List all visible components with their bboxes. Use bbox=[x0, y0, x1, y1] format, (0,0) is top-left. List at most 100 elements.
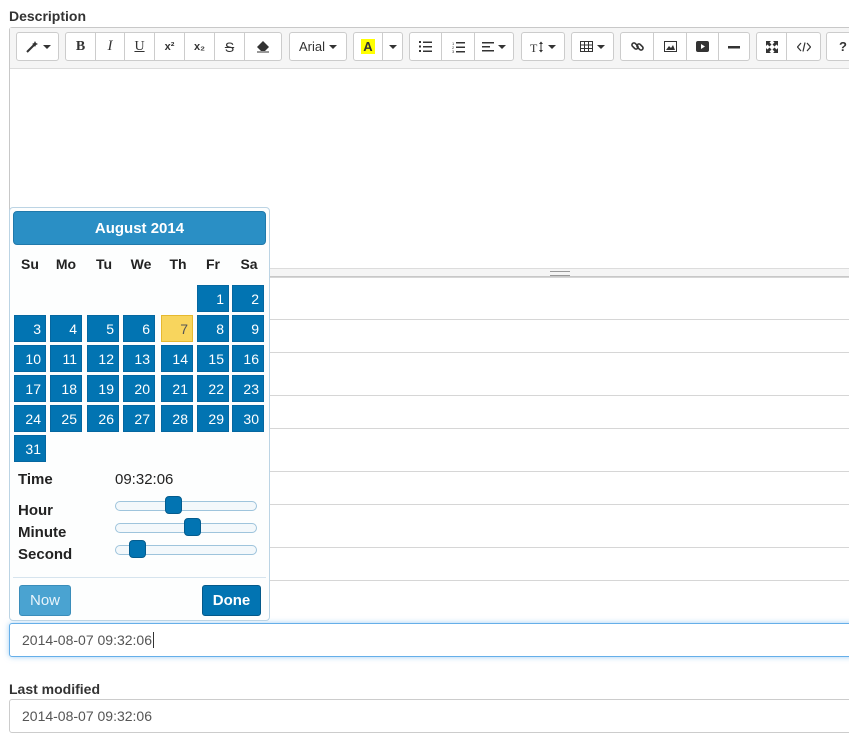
day-cell[interactable]: 2 bbox=[232, 285, 264, 312]
line-height-dropdown[interactable]: T bbox=[521, 32, 565, 61]
editor-toolbar: B I U x² x₂ S Arial A 123 T ? bbox=[10, 28, 849, 69]
strikethrough-button[interactable]: S bbox=[214, 32, 245, 61]
time-value: 09:32:06 bbox=[115, 471, 174, 488]
help-button[interactable]: ? bbox=[826, 32, 849, 61]
minute-slider-handle[interactable] bbox=[184, 518, 201, 536]
day-cell[interactable]: 19 bbox=[87, 375, 119, 402]
day-cell[interactable]: 24 bbox=[14, 405, 46, 432]
minute-slider[interactable] bbox=[115, 518, 257, 536]
date-input[interactable]: 2014-08-07 09:32:06 bbox=[9, 623, 849, 657]
day-cell[interactable]: 25 bbox=[50, 405, 82, 432]
day-cell[interactable]: 16 bbox=[232, 345, 264, 372]
day-cell[interactable]: 30 bbox=[232, 405, 264, 432]
underline-button[interactable]: U bbox=[124, 32, 155, 61]
weekday-header: Sa bbox=[240, 256, 258, 272]
weekday-header: Su bbox=[21, 256, 39, 272]
day-cell[interactable]: 28 bbox=[161, 405, 193, 432]
day-cell[interactable]: 14 bbox=[161, 345, 193, 372]
day-cell[interactable]: 13 bbox=[123, 345, 155, 372]
recent-color-button[interactable]: A bbox=[353, 32, 383, 61]
chevron-down-icon bbox=[498, 44, 506, 49]
font-name-label: Arial bbox=[298, 39, 325, 54]
code-view-icon bbox=[796, 41, 811, 52]
day-cell[interactable]: 10 bbox=[14, 345, 46, 372]
form-row-divider bbox=[270, 352, 849, 353]
svg-text:3: 3 bbox=[452, 49, 455, 53]
day-cell[interactable]: 18 bbox=[50, 375, 82, 402]
ordered-list-icon: 123 bbox=[452, 41, 465, 53]
fullscreen-icon bbox=[765, 40, 778, 53]
day-cell[interactable]: 22 bbox=[197, 375, 229, 402]
hour-slider-handle[interactable] bbox=[165, 496, 182, 514]
day-cell[interactable]: 4 bbox=[50, 315, 82, 342]
magic-wand-icon bbox=[25, 40, 38, 53]
second-label: Second bbox=[18, 546, 73, 563]
code-view-button[interactable] bbox=[786, 32, 821, 61]
clear-format-button[interactable] bbox=[244, 32, 282, 61]
paragraph-align-dropdown[interactable] bbox=[474, 32, 514, 61]
form-row-divider bbox=[270, 580, 849, 581]
superscript-button[interactable]: x² bbox=[154, 32, 185, 61]
weekday-header: Mo bbox=[55, 256, 77, 272]
day-cell-today[interactable]: 7 bbox=[161, 315, 193, 342]
form-row-divider bbox=[270, 319, 849, 320]
form-row-divider bbox=[270, 428, 849, 429]
day-cell[interactable]: 20 bbox=[123, 375, 155, 402]
table-dropdown[interactable] bbox=[571, 32, 614, 61]
subscript-button[interactable]: x₂ bbox=[184, 32, 215, 61]
minute-label: Minute bbox=[18, 524, 67, 541]
insert-hr-button[interactable] bbox=[718, 32, 750, 61]
unordered-list-button[interactable] bbox=[409, 32, 442, 61]
weekday-header: Th bbox=[169, 256, 187, 272]
last-modified-input[interactable]: 2014-08-07 09:32:06 bbox=[9, 699, 849, 733]
form-row-divider bbox=[270, 395, 849, 396]
done-button[interactable]: Done bbox=[202, 585, 261, 616]
day-cell[interactable]: 29 bbox=[197, 405, 229, 432]
horizontal-rule-icon bbox=[728, 45, 740, 48]
resize-grip-icon bbox=[550, 271, 570, 276]
ordered-list-button[interactable]: 123 bbox=[441, 32, 475, 61]
style-button[interactable] bbox=[16, 32, 59, 61]
day-cell[interactable]: 21 bbox=[161, 375, 193, 402]
second-slider-handle[interactable] bbox=[129, 540, 146, 558]
text-cursor bbox=[153, 632, 154, 648]
second-slider[interactable] bbox=[115, 540, 257, 558]
hour-slider[interactable] bbox=[115, 496, 257, 514]
picture-icon bbox=[663, 41, 677, 52]
day-cell[interactable]: 12 bbox=[87, 345, 119, 372]
italic-button[interactable]: I bbox=[95, 32, 125, 61]
day-cell[interactable]: 27 bbox=[123, 405, 155, 432]
fullscreen-button[interactable] bbox=[756, 32, 787, 61]
bold-button[interactable]: B bbox=[65, 32, 96, 61]
link-icon bbox=[630, 42, 644, 51]
form-row-divider bbox=[270, 277, 849, 278]
day-cell[interactable]: 26 bbox=[87, 405, 119, 432]
font-family-dropdown[interactable]: Arial bbox=[289, 32, 347, 61]
last-modified-value: 2014-08-07 09:32:06 bbox=[22, 708, 152, 724]
day-cell[interactable]: 23 bbox=[232, 375, 264, 402]
day-cell[interactable]: 6 bbox=[123, 315, 155, 342]
hour-label: Hour bbox=[18, 502, 53, 519]
chevron-down-icon bbox=[329, 44, 337, 49]
color-dropdown-button[interactable] bbox=[382, 32, 403, 61]
day-cell[interactable]: 1 bbox=[197, 285, 229, 312]
insert-link-button[interactable] bbox=[620, 32, 654, 61]
day-cell[interactable]: 11 bbox=[50, 345, 82, 372]
day-cell[interactable]: 17 bbox=[14, 375, 46, 402]
day-cell[interactable]: 31 bbox=[14, 435, 46, 462]
chevron-down-icon bbox=[388, 44, 397, 49]
day-cell[interactable]: 8 bbox=[197, 315, 229, 342]
form-row-divider bbox=[270, 504, 849, 505]
time-label: Time bbox=[18, 471, 53, 488]
insert-picture-button[interactable] bbox=[653, 32, 687, 61]
day-cell[interactable]: 3 bbox=[14, 315, 46, 342]
day-cell[interactable]: 5 bbox=[87, 315, 119, 342]
align-icon bbox=[482, 41, 494, 51]
insert-video-button[interactable] bbox=[686, 32, 719, 61]
highlight-letter: A bbox=[361, 39, 375, 54]
day-cell[interactable]: 9 bbox=[232, 315, 264, 342]
day-cell[interactable]: 15 bbox=[197, 345, 229, 372]
unordered-list-icon bbox=[419, 41, 432, 52]
chevron-down-icon bbox=[597, 44, 605, 49]
now-button[interactable]: Now bbox=[19, 585, 71, 616]
